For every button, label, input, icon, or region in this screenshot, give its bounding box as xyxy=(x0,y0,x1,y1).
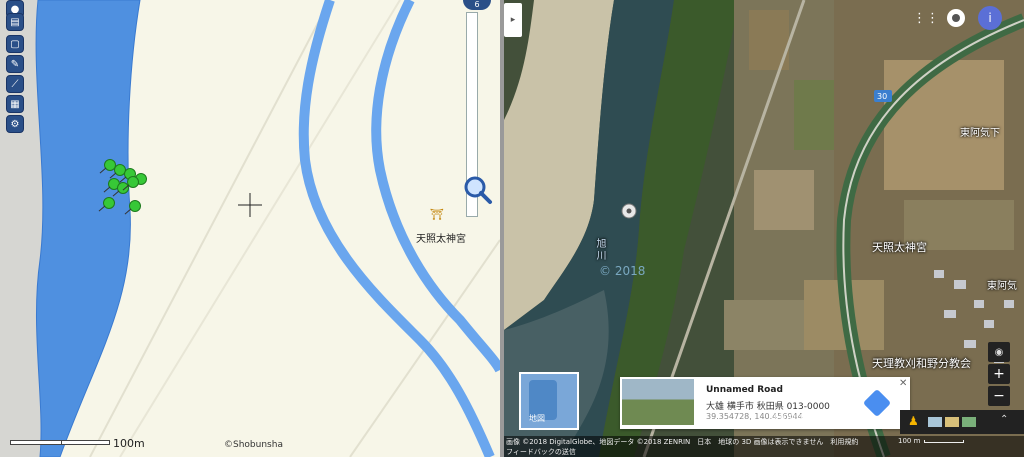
torii-icon: ⛩ xyxy=(430,208,444,221)
shrine-label-sat: 天照太神宮 xyxy=(872,241,927,254)
minimap-label: 地図 xyxy=(529,414,545,423)
notifications-icon[interactable] xyxy=(947,9,965,27)
copyright-label: ©Shobunsha xyxy=(224,440,283,450)
place-info-card[interactable]: Unnamed Road 大雄 横手市 秋田県 013-0000 39.3547… xyxy=(620,377,910,429)
river-label: 旭川 xyxy=(594,238,605,262)
sat-scale-bar xyxy=(924,440,964,443)
attribution-text[interactable]: 画像 ©2018 DigitalGlobe、地図データ ©2018 ZENRIN… xyxy=(506,437,858,447)
minimap-toggle[interactable]: 地図 xyxy=(519,372,579,430)
google-logo: Google xyxy=(774,410,813,423)
my-location-button[interactable]: ◉ xyxy=(988,342,1010,362)
route-shield-label: 30 xyxy=(877,92,887,101)
tool-settings-icon[interactable]: ⚙ xyxy=(6,115,24,133)
place-title: Unnamed Road xyxy=(706,385,783,395)
tool-ruler-icon[interactable]: ⟋ xyxy=(6,75,24,93)
scale-bar xyxy=(10,440,110,445)
street-view-strip[interactable]: ♟ ⌃ xyxy=(900,410,1024,434)
tool-page-icon[interactable]: ▢ xyxy=(6,35,24,53)
account-avatar[interactable]: i xyxy=(978,6,1002,30)
directions-icon[interactable] xyxy=(862,388,892,418)
street-view-thumbnail[interactable] xyxy=(622,379,694,425)
left-map-canvas[interactable]: ⛩ xyxy=(0,0,500,457)
zoom-top-knob[interactable]: 6 xyxy=(463,0,491,10)
place-label-2: 東阿気 xyxy=(987,281,1017,292)
sat-scale-label: 100 m xyxy=(898,437,921,445)
right-satellite-pane[interactable]: © 2018 30 旭川 東阿気下 天照太神宮 東阿気 天理教刈和野分教会 ▸ … xyxy=(504,0,1024,457)
attribution-bar: 画像 ©2018 DigitalGlobe、地図データ ©2018 ZENRIN… xyxy=(504,436,1024,457)
collapse-panel-button[interactable]: ▸ xyxy=(504,3,522,37)
place-label-1: 東阿気下 xyxy=(960,128,1000,139)
marker-pin[interactable] xyxy=(103,197,115,209)
apps-grid-icon[interactable]: ⋮⋮ xyxy=(913,11,939,26)
zoom-out-button[interactable]: − xyxy=(988,386,1010,406)
expand-up-icon[interactable]: ⌃ xyxy=(1000,414,1008,425)
feedback-link[interactable]: フィードバックの送信 xyxy=(506,447,576,457)
marker-pin[interactable] xyxy=(127,176,139,188)
pegman-icon[interactable]: ♟ xyxy=(908,414,919,428)
magnifier-icon[interactable] xyxy=(463,175,493,205)
account-avatar-letter: i xyxy=(988,11,992,25)
zoom-in-button[interactable]: + xyxy=(988,364,1010,384)
marker-pin[interactable] xyxy=(129,200,141,212)
tool-pencil-icon[interactable]: ✎ xyxy=(6,55,24,73)
shrine-label: 天照太神宮 xyxy=(416,234,466,245)
school-label: 天理教刈和野分教会 xyxy=(872,357,971,370)
left-map-pane[interactable]: ⛩ ● ▤ ▢ ✎ ⟋ ▦ ⚙ 6 天照太神宮 100m ©Shobunsha xyxy=(0,0,500,457)
tool-print-icon[interactable]: ▦ xyxy=(6,95,24,113)
tool-layers-icon[interactable]: ▤ xyxy=(6,13,24,31)
zoom-top-label: 6 xyxy=(474,0,480,9)
scale-label: 100m xyxy=(113,437,145,450)
close-card-icon[interactable]: ✕ xyxy=(899,378,907,389)
watermark-text: © 2018 xyxy=(599,264,645,278)
